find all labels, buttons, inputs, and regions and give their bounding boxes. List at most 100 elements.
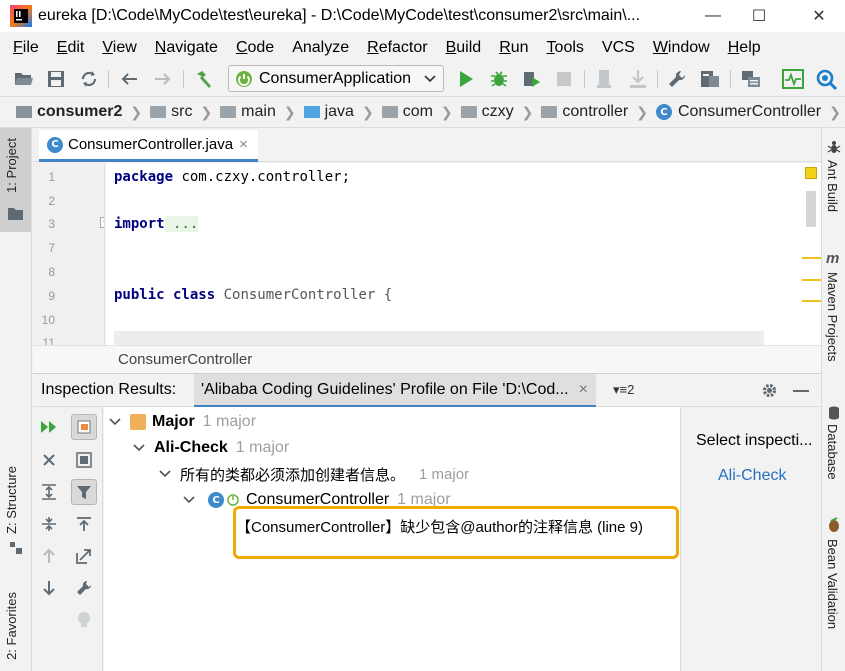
tree-node-rule[interactable]: 所有的类都必须添加创建者信息。 1 major [158, 462, 469, 486]
editor-tab-consumercontroller[interactable]: C ConsumerController.java × [39, 130, 258, 162]
breadcrumb-controller[interactable]: controller [541, 103, 628, 121]
maven-tool-button[interactable]: m Maven Projects [822, 250, 845, 380]
collapse-all-icon[interactable] [36, 511, 62, 537]
class-icon: C [655, 104, 672, 120]
rule-label: 所有的类都必须添加创建者信息。 [180, 466, 406, 484]
folded-imports[interactable]: ... [164, 216, 199, 232]
menu-help[interactable]: Help [719, 39, 770, 57]
menu-navigate[interactable]: Navigate [146, 39, 227, 57]
menu-edit[interactable]: Edit [48, 39, 94, 57]
build-hammer-icon[interactable] [192, 67, 216, 91]
code-keyword: import [114, 216, 165, 232]
debug-bug-icon[interactable] [487, 67, 511, 91]
search-everywhere-icon[interactable] [814, 67, 838, 91]
inspection-tab-label: 'Alibaba Coding Guidelines' Profile on F… [201, 380, 569, 398]
breadcrumb-consumer2[interactable]: consumer2 [16, 103, 122, 121]
maximize-button[interactable]: ☐ [736, 0, 782, 32]
breadcrumb-czxy[interactable]: czxy [460, 103, 514, 121]
previous-problem-icon[interactable] [36, 543, 62, 569]
editor-scroll-thumb[interactable] [806, 191, 816, 227]
terminal-icon[interactable] [739, 67, 763, 91]
tree-node-alicheck[interactable]: Ali-Check 1 major [132, 436, 289, 460]
breadcrumb-main[interactable]: main [220, 103, 276, 121]
line-number: 7 [48, 241, 55, 255]
edit-settings-wrench-icon[interactable] [71, 575, 97, 601]
favorites-tool-button[interactable]: 2: Favorites [0, 588, 31, 671]
inspection-tab[interactable]: 'Alibaba Coding Guidelines' Profile on F… [194, 374, 596, 408]
expand-fold-icon[interactable]: + [100, 217, 104, 228]
chevron-down-icon[interactable] [132, 441, 146, 455]
breadcrumb-com[interactable]: com [381, 103, 433, 121]
project-tool-button[interactable]: 1: Project [0, 128, 31, 232]
activity-monitor-icon[interactable] [781, 67, 805, 91]
filter-icon[interactable] [71, 479, 97, 505]
horizontal-scrollbar[interactable] [114, 331, 764, 345]
editor-gutter: 1 2 3 7 8 9 10 11 + [33, 163, 105, 345]
close-tab-icon[interactable]: × [579, 381, 588, 399]
breadcrumb-src[interactable]: src [150, 103, 192, 121]
minimize-button[interactable]: — [690, 0, 736, 32]
warning-mark[interactable] [802, 257, 821, 259]
structure-tool-button[interactable]: Z: Structure [0, 462, 31, 562]
warning-mark[interactable] [802, 300, 821, 302]
close-panel-icon[interactable] [36, 447, 62, 473]
close-window-button[interactable]: ✕ [796, 0, 842, 32]
group-by-directory-icon[interactable] [71, 447, 97, 473]
menu-analyze[interactable]: Analyze [283, 39, 358, 57]
attach-debugger-icon[interactable] [593, 67, 617, 91]
bean-validation-tool-button[interactable]: Bean Validation [822, 515, 845, 645]
editor-error-stripe[interactable] [802, 163, 821, 345]
menu-window[interactable]: Window [644, 39, 719, 57]
gear-icon[interactable] [761, 382, 778, 399]
forward-arrow-icon[interactable] [151, 67, 175, 91]
menu-tools[interactable]: Tools [538, 39, 593, 57]
update-running-icon[interactable] [626, 67, 650, 91]
more-tabs-dropdown[interactable]: ▾≡2 [613, 382, 634, 398]
menu-build[interactable]: Build [437, 39, 491, 57]
breadcrumb-consumercontroller[interactable]: C ConsumerController [655, 103, 821, 121]
rerun-inspection-icon[interactable] [36, 414, 62, 440]
package-icon [541, 106, 558, 118]
tree-node-major[interactable]: Major 1 major [108, 410, 256, 434]
alicheck-link[interactable]: Ali-Check [718, 467, 786, 485]
maven-icon: m [826, 250, 840, 267]
chevron-down-icon[interactable] [158, 467, 172, 481]
save-all-icon[interactable] [44, 67, 68, 91]
synchronize-icon[interactable] [77, 67, 101, 91]
menu-run[interactable]: Run [490, 39, 537, 57]
left-tool-strip: 1: Project Z: Structure 2: Favorites [0, 128, 32, 671]
run-icon[interactable] [454, 67, 478, 91]
autoscroll-to-source-icon[interactable] [71, 543, 97, 569]
database-tool-button[interactable]: Database [822, 404, 845, 494]
menu-vcs[interactable]: VCS [593, 39, 644, 57]
menu-file[interactable]: File [4, 39, 48, 57]
spring-leaf-icon [227, 494, 239, 506]
breadcrumb-java[interactable]: java [303, 103, 354, 121]
close-tab-icon[interactable]: × [239, 136, 248, 153]
menu-code[interactable]: Code [227, 39, 283, 57]
export-icon[interactable] [71, 511, 97, 537]
ant-build-tool-button[interactable]: Ant Build [822, 136, 845, 226]
ant-build-label: Ant Build [825, 160, 840, 213]
project-structure-icon[interactable] [698, 67, 722, 91]
code-keyword: public class [114, 287, 216, 303]
chevron-down-icon[interactable] [182, 493, 196, 507]
menu-refactor[interactable]: Refactor [358, 39, 436, 57]
quick-fix-bulb-icon[interactable] [71, 607, 97, 633]
code-editor[interactable]: package com.czxy.controller; import ... … [106, 163, 802, 345]
settings-wrench-icon[interactable] [666, 67, 690, 91]
chevron-down-icon[interactable] [108, 415, 122, 429]
minimize-panel-icon[interactable] [793, 390, 809, 393]
group-by-severity-icon[interactable] [71, 414, 97, 440]
stop-icon[interactable] [552, 67, 576, 91]
editor-breadcrumb-footer[interactable]: ConsumerController [33, 345, 821, 373]
run-coverage-icon[interactable] [520, 67, 544, 91]
folder-icon [8, 208, 23, 220]
warning-mark[interactable] [802, 279, 821, 281]
next-problem-icon[interactable] [36, 575, 62, 601]
open-folder-icon[interactable] [12, 67, 36, 91]
back-arrow-icon[interactable] [117, 67, 141, 91]
expand-all-icon[interactable] [36, 479, 62, 505]
run-configuration-select[interactable]: ConsumerApplication [228, 65, 444, 92]
menu-view[interactable]: View [93, 39, 145, 57]
